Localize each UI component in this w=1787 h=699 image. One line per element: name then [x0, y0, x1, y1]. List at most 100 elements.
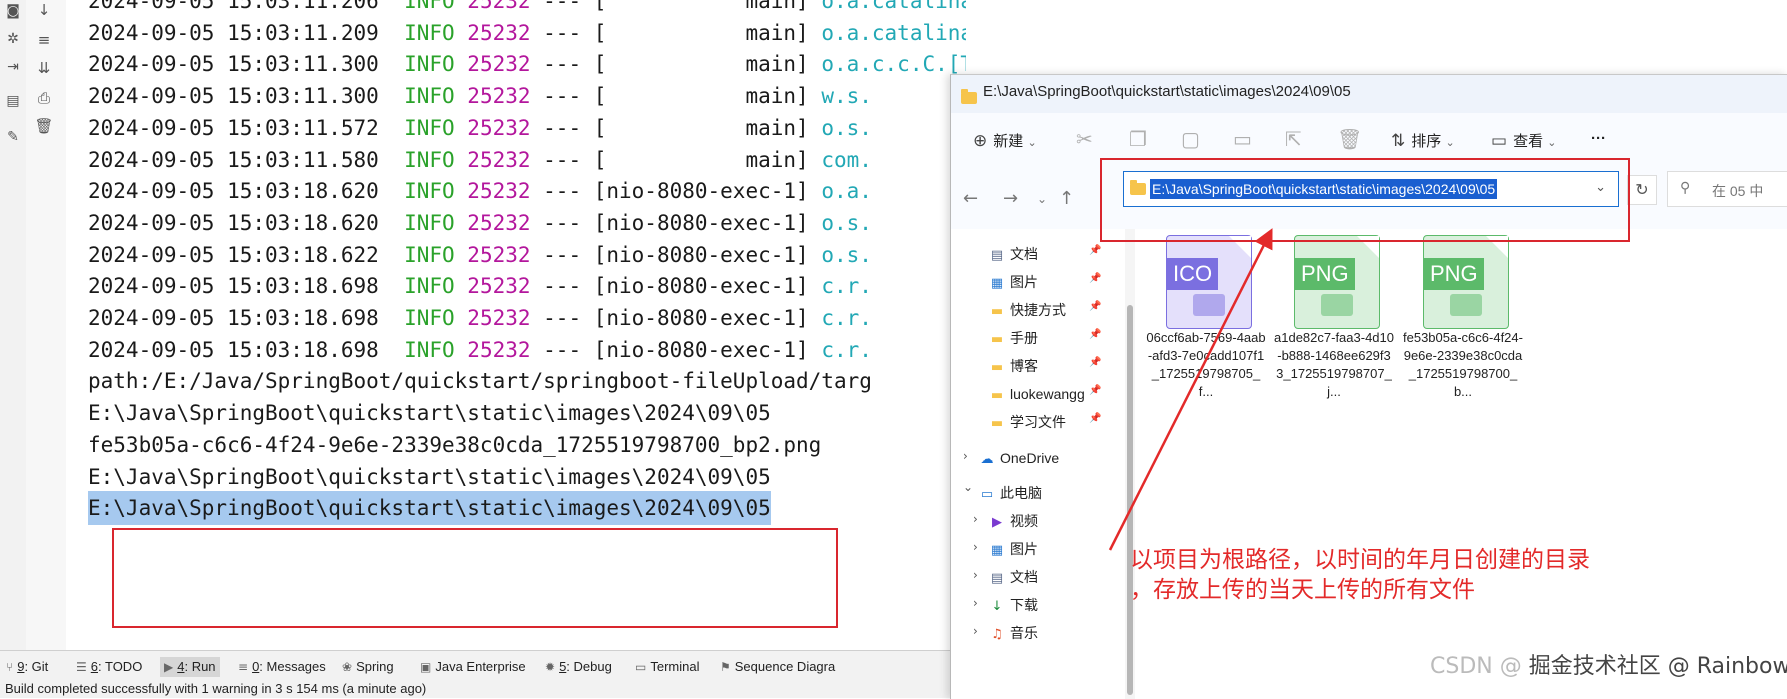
log-level: INFO — [404, 179, 468, 204]
search-icon: ⚲ — [1680, 180, 1691, 196]
log-separator: --- — [530, 210, 594, 235]
log-logger: c.r. — [821, 306, 872, 330]
log-pid: 25232 — [467, 115, 531, 140]
chevron-right-icon[interactable]: › — [973, 512, 978, 526]
log-line: 2024-09-05 15:03:11.300 INFO 25232 --- [… — [88, 47, 966, 81]
refresh-icon[interactable]: ↻ — [1627, 175, 1657, 205]
tab-run[interactable]: ▶ 4: Run — [160, 657, 220, 677]
log-level: INFO — [404, 306, 468, 330]
log-logger: o.a.catalina.core.AprLifecycleListener — [821, 20, 966, 45]
login-icon[interactable]: ⇥ — [4, 58, 22, 76]
back-arrow-icon[interactable]: ← — [963, 188, 978, 209]
nav-item-this-pc[interactable]: ▭ 此电脑 — [979, 482, 1042, 504]
log-timestamp: 2024-09-05 15:03:11.580 — [88, 147, 405, 172]
sort-button[interactable]: ⇅ 排序 ⌄ — [1391, 130, 1455, 151]
log-separator: --- — [530, 147, 594, 172]
output-line[interactable]: E:\Java\SpringBoot\quickstart\static\ima… — [88, 396, 771, 430]
cut-icon[interactable]: ✂ — [1076, 127, 1093, 151]
layout-icon[interactable]: ▤ — [4, 92, 22, 110]
chevron-right-icon[interactable]: › — [973, 596, 978, 610]
camera-icon[interactable]: ◙ — [4, 2, 22, 20]
more-button[interactable]: ··· — [1591, 130, 1606, 147]
tab-terminal[interactable]: ▭ Terminal — [635, 657, 699, 677]
tab-label: : Messages — [259, 659, 326, 674]
log-thread: [ main] — [593, 84, 822, 109]
nav-item-quick-access[interactable]: ▬ luokewangg — [989, 383, 1085, 405]
nav-item-quick-access[interactable]: ▦ 图片 — [989, 271, 1038, 293]
paste-icon[interactable]: ▢ — [1181, 127, 1200, 151]
nav-item-pc[interactable]: ▤ 文档 — [989, 566, 1038, 588]
recent-chevron-icon[interactable]: ⌄ — [1037, 192, 1047, 206]
nav-item-pc[interactable]: ▶ 视频 — [989, 510, 1038, 532]
nav-item-label: 文档 — [1010, 569, 1038, 585]
explorer-title-bar: E:\Java\SpringBoot\quickstart\static\ima… — [951, 75, 1787, 113]
tab-sequencediagra[interactable]: ⚑ Sequence Diagra — [720, 657, 835, 677]
nav-item-quick-access[interactable]: ▬ 手册 — [989, 327, 1038, 349]
file-item[interactable]: PNG fe53b05a-c6c6-4f24-9e6e-2339e38c0cda_… — [1403, 229, 1523, 409]
pin-icon[interactable]: ✎ — [4, 128, 22, 146]
search-input[interactable]: ⚲ 在 05 中 — [1667, 171, 1787, 207]
bug-icon[interactable]: ✲ — [4, 30, 22, 48]
tab-label: Sequence Diagra — [734, 659, 836, 674]
new-button[interactable]: ⊕ 新建 ⌄ — [973, 130, 1037, 151]
folder-icon: ▬ — [990, 332, 1004, 347]
log-logger: c.r. — [821, 337, 872, 362]
nav-item-quick-access[interactable]: ▤ 文档 — [989, 243, 1038, 265]
log-thread: [nio-8080-exec-1] — [593, 306, 822, 330]
chevron-right-icon[interactable]: › — [973, 624, 978, 638]
share-icon[interactable]: ⇱ — [1285, 127, 1302, 151]
sequence-diagram-icon: ⚑ — [720, 660, 731, 674]
log-timestamp: 2024-09-05 15:03:18.620 — [88, 179, 405, 204]
tab-todo[interactable]: ☰ 6: TODO — [76, 657, 142, 677]
tab-spring[interactable]: ❀ Spring — [342, 657, 394, 677]
tab-git[interactable]: ⑂ 9: Git — [6, 657, 48, 677]
copy-icon[interactable]: ❐ — [1129, 127, 1147, 151]
music-icon: ♫ — [991, 627, 1003, 642]
log-pid: 25232 — [467, 84, 531, 109]
chevron-right-icon[interactable]: › — [973, 540, 978, 554]
nav-item-quick-access[interactable]: ▬ 快捷方式 — [989, 299, 1066, 321]
download-icon: ↓ — [991, 599, 1003, 614]
chevron-down-icon[interactable]: ⌄ — [963, 480, 973, 494]
nav-item-pc[interactable]: ♫ 音乐 — [989, 622, 1038, 644]
tab-messages[interactable]: ≡ 0: Messages — [238, 657, 326, 677]
delete-icon[interactable]: 🗑 — [1337, 127, 1362, 151]
output-line[interactable]: path:/E:/Java/SpringBoot/quickstart/spri… — [88, 364, 872, 398]
print-icon[interactable]: ⎙ — [34, 88, 54, 108]
up-arrow-icon[interactable]: ↑ — [1059, 188, 1074, 209]
nav-item-pc[interactable]: ▦ 图片 — [989, 538, 1038, 560]
plus-circle-icon: ⊕ — [973, 131, 988, 151]
scroll-end-icon[interactable]: ⇊ — [34, 58, 54, 78]
view-button[interactable]: ▭ 查看 ⌄ — [1491, 130, 1556, 151]
nav-item-quick-access[interactable]: ▬ 博客 — [989, 355, 1038, 377]
watermark: CSDN @ 掘金技术社区 @ RainbowSea — [1430, 648, 1787, 680]
down-arrow-icon[interactable]: ↓ — [34, 0, 54, 20]
trash-icon[interactable]: 🗑 — [34, 116, 54, 136]
chevron-right-icon[interactable]: › — [973, 568, 978, 582]
log-thread: [ main] — [593, 52, 822, 77]
rename-icon[interactable]: ▭ — [1233, 127, 1252, 151]
log-level: INFO — [404, 147, 468, 172]
picture-icon: ▦ — [990, 276, 1004, 291]
annotation-line-1: 以项目为根路径，以时间的年月日创建的目录 — [1130, 547, 1590, 573]
tab-debug[interactable]: ✹ 5: Debug — [545, 657, 612, 677]
chevron-right-icon[interactable]: › — [963, 449, 968, 463]
console-toolbar: ↓ ≡ ⇊ ⎙ 🗑 — [26, 0, 67, 650]
nav-item-label: 学习文件 — [1010, 414, 1066, 430]
nav-item-onedrive[interactable]: ☁ OneDrive — [979, 447, 1060, 469]
soft-wrap-icon[interactable]: ≡ — [34, 30, 54, 50]
forward-arrow-icon[interactable]: → — [1003, 188, 1018, 209]
window-title: E:\Java\SpringBoot\quickstart\static\ima… — [983, 83, 1351, 100]
nav-item-quick-access[interactable]: ▬ 学习文件 — [989, 411, 1066, 433]
output-line[interactable]: E:\Java\SpringBoot\quickstart\static\ima… — [88, 460, 771, 494]
output-line[interactable]: fe53b05a-c6c6-4f24-9e6e-2339e38c0cda_172… — [88, 428, 821, 462]
tab-label: Terminal — [650, 659, 700, 674]
log-separator: --- — [530, 242, 594, 267]
annotation-line-2: ，存放上传的当天上传的所有文件 — [1130, 577, 1475, 603]
log-logger: o.a.c.c.C.[Tomcat].[localhost].[/] — [821, 52, 966, 77]
tab-javaenterprise[interactable]: ▣ Java Enterprise — [420, 657, 526, 677]
nav-item-pc[interactable]: ↓ 下载 — [989, 594, 1038, 616]
image-glyph-icon — [1450, 294, 1482, 316]
selected-output-line[interactable]: E:\Java\SpringBoot\quickstart\static\ima… — [88, 491, 771, 526]
video-icon: ▶ — [992, 515, 1002, 530]
